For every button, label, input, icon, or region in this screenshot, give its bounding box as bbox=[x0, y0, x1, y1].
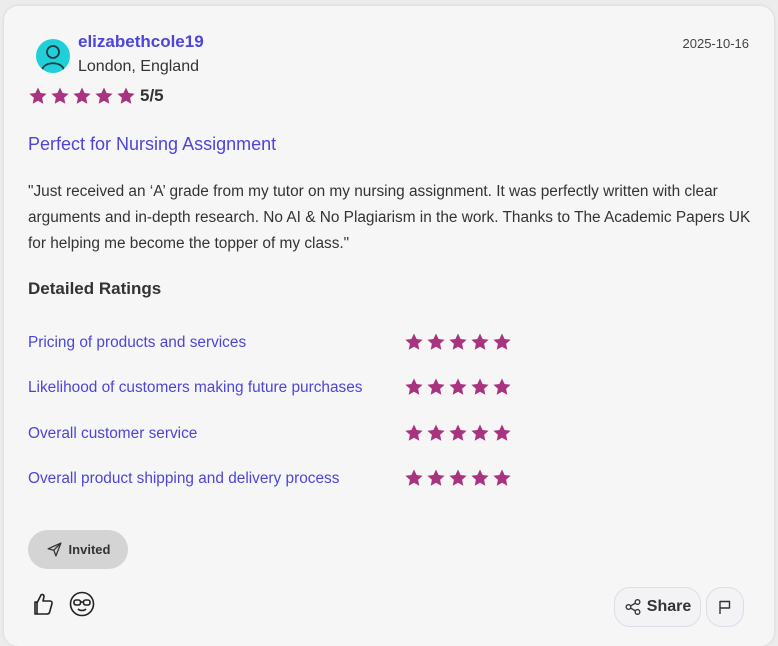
star-icon bbox=[427, 333, 445, 350]
detailed-rating-row: Overall customer service bbox=[28, 423, 548, 447]
star-icon bbox=[73, 87, 91, 104]
review-title: Perfect for Nursing Assignment bbox=[28, 134, 277, 154]
invited-label: Invited bbox=[68, 542, 111, 557]
detailed-rating-label[interactable]: Pricing of products and services bbox=[28, 334, 246, 352]
star-icon bbox=[427, 378, 445, 395]
star-icon bbox=[427, 424, 445, 441]
star-icon bbox=[449, 333, 467, 350]
detailed-rating-row: Overall product shipping and delivery pr… bbox=[28, 468, 548, 492]
report-button[interactable] bbox=[706, 587, 744, 627]
glasses-face-icon bbox=[69, 591, 95, 617]
share-button[interactable]: Share bbox=[614, 587, 701, 627]
star-icon bbox=[51, 87, 69, 104]
thumbs-up-icon bbox=[34, 593, 53, 615]
invited-badge[interactable]: Invited bbox=[28, 530, 128, 569]
star-icon bbox=[471, 333, 489, 350]
share-label: Share bbox=[646, 598, 692, 615]
detailed-rating-label[interactable]: Overall product shipping and delivery pr… bbox=[28, 470, 339, 488]
star-icon bbox=[471, 378, 489, 395]
funny-button[interactable] bbox=[68, 590, 96, 618]
star-icon bbox=[493, 333, 511, 350]
star-icon bbox=[405, 378, 423, 395]
detailed-ratings-heading: Detailed Ratings bbox=[28, 279, 162, 298]
user-icon bbox=[41, 45, 65, 71]
star-icon bbox=[405, 469, 423, 486]
review-date: 2025-10-16 bbox=[682, 36, 750, 51]
reviewer-username[interactable]: elizabethcole19 bbox=[78, 32, 204, 52]
star-icon bbox=[471, 424, 489, 441]
reviewer-location: London, England bbox=[78, 58, 199, 75]
detailed-rating-stars bbox=[404, 423, 514, 443]
star-icon bbox=[117, 87, 135, 104]
flag-icon bbox=[719, 600, 731, 614]
review-card: elizabethcole19 London, England 2025-10-… bbox=[4, 6, 774, 646]
overall-stars bbox=[28, 86, 138, 106]
share-icon bbox=[625, 599, 641, 615]
star-icon bbox=[493, 469, 511, 486]
star-icon bbox=[471, 469, 489, 486]
star-icon bbox=[29, 87, 47, 104]
star-icon bbox=[449, 424, 467, 441]
star-icon bbox=[95, 87, 113, 104]
review-body: "Just received an ‘A’ grade from my tuto… bbox=[28, 183, 751, 252]
avatar bbox=[36, 39, 70, 73]
star-icon bbox=[449, 469, 467, 486]
detailed-rating-stars bbox=[404, 377, 514, 397]
detailed-rating-stars bbox=[404, 468, 514, 488]
star-icon bbox=[449, 378, 467, 395]
detailed-rating-label[interactable]: Likelihood of customers making future pu… bbox=[28, 379, 363, 397]
star-icon bbox=[405, 333, 423, 350]
overall-score: 5/5 bbox=[140, 86, 164, 105]
star-icon bbox=[493, 378, 511, 395]
detailed-rating-stars bbox=[404, 332, 514, 352]
paper-plane-icon bbox=[47, 542, 62, 557]
star-icon bbox=[405, 424, 423, 441]
detailed-rating-row: Pricing of products and services bbox=[28, 332, 548, 356]
helpful-button[interactable] bbox=[29, 590, 57, 618]
detailed-rating-row: Likelihood of customers making future pu… bbox=[28, 377, 548, 401]
detailed-rating-label[interactable]: Overall customer service bbox=[28, 425, 197, 443]
star-icon bbox=[493, 424, 511, 441]
star-icon bbox=[427, 469, 445, 486]
overall-rating: 5/5 bbox=[28, 86, 164, 106]
